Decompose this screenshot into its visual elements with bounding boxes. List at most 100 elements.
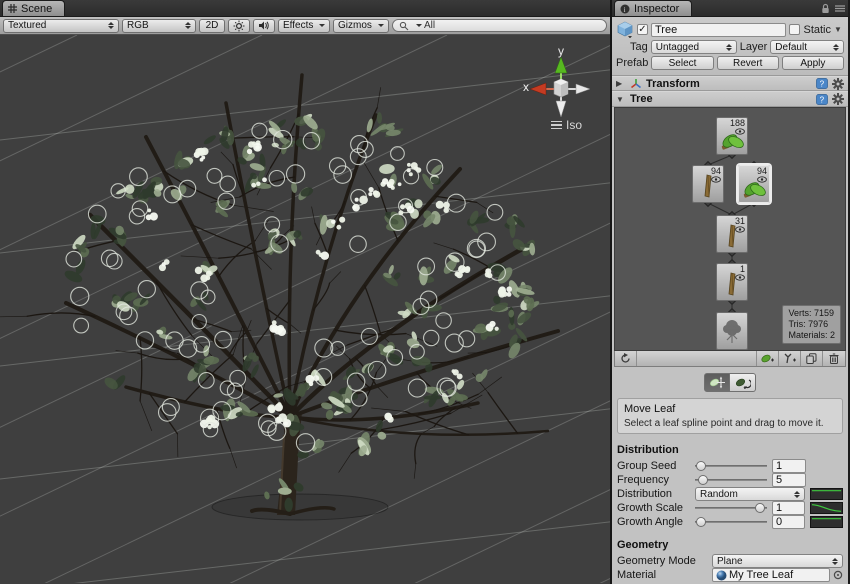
2d-label: 2D: [206, 20, 219, 31]
help-book-icon[interactable]: ?: [816, 94, 828, 105]
active-checkbox[interactable]: ✓: [637, 24, 648, 35]
scene-viewport[interactable]: y x Iso: [0, 35, 610, 584]
dropdown-arrows-icon: [315, 24, 325, 27]
prefab-revert-button[interactable]: Revert: [717, 56, 779, 70]
tris-stat: Tris: 7976: [788, 319, 835, 330]
node-branch-group-94[interactable]: 94: [692, 165, 724, 203]
dropdown-arrows-icon: [181, 22, 191, 29]
material-object-field[interactable]: My Tree Leaf: [712, 568, 830, 582]
lighting-toggle-button[interactable]: [228, 19, 250, 33]
group-seed-slider[interactable]: [695, 460, 767, 472]
growth-scale-slider[interactable]: [695, 502, 767, 514]
audio-toggle-button[interactable]: [253, 19, 275, 33]
dropdown-arrows-icon: [104, 22, 114, 29]
growth-angle-slider[interactable]: [695, 516, 767, 528]
distribution-dropdown[interactable]: Random: [695, 487, 805, 501]
node-branch-group-1[interactable]: 1: [716, 263, 748, 301]
scene-search-input[interactable]: All: [392, 19, 607, 32]
prefab-select-button[interactable]: Select: [651, 56, 713, 70]
move-leaf-tool-button[interactable]: [704, 373, 730, 392]
foldout-arrow-icon[interactable]: ▶: [616, 79, 626, 88]
growth-angle-curve-preview[interactable]: [810, 516, 843, 528]
lock-icon[interactable]: [821, 3, 830, 14]
transform-axes-icon: [630, 78, 642, 90]
static-dropdown-arrow[interactable]: ▼: [834, 25, 844, 34]
tree-title: Tree: [630, 93, 653, 105]
geometry-mode-value: Plane: [717, 556, 743, 567]
inspector-tab-label: Inspector: [634, 3, 679, 15]
render-channels-dropdown[interactable]: RGB: [122, 19, 196, 33]
distribution-row: Distribution Random: [617, 487, 843, 501]
tree-root-icon: [721, 317, 745, 345]
branch-group-icon: [720, 223, 744, 249]
node-leaf-group-94-selected[interactable]: 94: [738, 165, 770, 203]
group-seed-value-field[interactable]: 1: [772, 459, 806, 473]
inspector-tabbar: i Inspector: [612, 0, 848, 17]
gameobject-name-field[interactable]: Tree: [651, 23, 786, 37]
layer-dropdown[interactable]: Default: [770, 40, 844, 54]
effects-label: Effects: [283, 20, 313, 31]
growth-angle-value-field[interactable]: 0: [772, 515, 805, 529]
group-seed-label: Group Seed: [617, 460, 695, 472]
projection-toggle[interactable]: Iso: [551, 118, 582, 132]
node-count: 94: [757, 166, 767, 176]
prefab-apply-button[interactable]: Apply: [782, 56, 844, 70]
transform-component-header[interactable]: ▶ Transform ?: [612, 76, 848, 91]
tool-help-title: Move Leaf: [624, 403, 836, 415]
rotate-leaf-tool-button[interactable]: [730, 373, 756, 392]
scene-tab-label: Scene: [21, 3, 52, 15]
scene-tabbar: Scene: [0, 0, 610, 17]
gameobject-cube-icon[interactable]: [616, 21, 634, 38]
svg-text:?: ?: [820, 80, 825, 89]
tab-scene[interactable]: Scene: [2, 0, 65, 16]
gizmos-label: Gizmos: [338, 20, 372, 31]
material-sphere-icon: [716, 570, 727, 581]
tab-inspector[interactable]: i Inspector: [614, 0, 692, 16]
tree-node-graph[interactable]: 188 94: [614, 107, 846, 351]
gizmo-y-axis-cone: [555, 57, 567, 73]
node-leaf-group-188[interactable]: 188: [716, 117, 748, 155]
frequency-value-field[interactable]: 5: [772, 473, 806, 487]
object-picker-icon[interactable]: [833, 570, 843, 580]
unity-editor-window: Scene Textured RGB 2D: [0, 0, 850, 584]
gameobject-name: Tree: [655, 24, 677, 36]
geometry-section: Geometry Geometry Mode Plane Material My…: [612, 531, 848, 584]
orientation-gizmo[interactable]: y x: [514, 43, 598, 121]
gizmos-dropdown[interactable]: Gizmos: [333, 19, 389, 33]
gear-icon[interactable]: [832, 78, 844, 90]
gear-icon[interactable]: [832, 93, 844, 105]
leaf-group-icon: [742, 177, 766, 199]
rotate-leaf-icon: [735, 376, 751, 389]
help-book-icon[interactable]: ?: [816, 78, 828, 89]
geometry-mode-label: Geometry Mode: [617, 555, 712, 567]
foldout-arrow-icon[interactable]: ▼: [616, 95, 626, 104]
dropdown-arrows-icon: [374, 24, 384, 27]
distribution-curve-preview[interactable]: [810, 488, 843, 500]
pane-menu-icon[interactable]: [835, 4, 845, 13]
static-checkbox[interactable]: [789, 24, 800, 35]
frequency-slider[interactable]: [695, 474, 767, 486]
shading-mode-dropdown[interactable]: Textured: [3, 19, 119, 33]
dropdown-arrows-icon: [722, 44, 732, 51]
search-icon: [399, 21, 410, 31]
node-count: 188: [730, 118, 745, 128]
tree-component-header[interactable]: ▼ Tree ?: [612, 91, 848, 106]
growth-scale-curve-preview[interactable]: [810, 502, 843, 514]
tag-dropdown[interactable]: Untagged: [651, 40, 737, 54]
svg-text:?: ?: [820, 95, 825, 104]
node-tree-root[interactable]: [716, 312, 748, 350]
leaf-tool-toggle-group: [612, 373, 848, 392]
growth-scale-value-field[interactable]: 1: [772, 501, 805, 515]
toggle-2d-button[interactable]: 2D: [199, 19, 225, 33]
effects-dropdown[interactable]: Effects: [278, 19, 330, 33]
scene-panel: Scene Textured RGB 2D: [0, 0, 612, 584]
layer-value: Default: [775, 42, 807, 53]
geometry-mode-dropdown[interactable]: Plane: [712, 554, 843, 568]
distribution-label: Distribution: [617, 488, 695, 500]
tag-value: Untagged: [656, 42, 699, 53]
projection-label: Iso: [566, 118, 582, 132]
gizmo-x-axis-cone: [530, 83, 546, 95]
speaker-icon: [258, 20, 270, 31]
scene-toolbar: Textured RGB 2D: [0, 17, 610, 35]
node-branch-group-31[interactable]: 31: [716, 215, 748, 253]
